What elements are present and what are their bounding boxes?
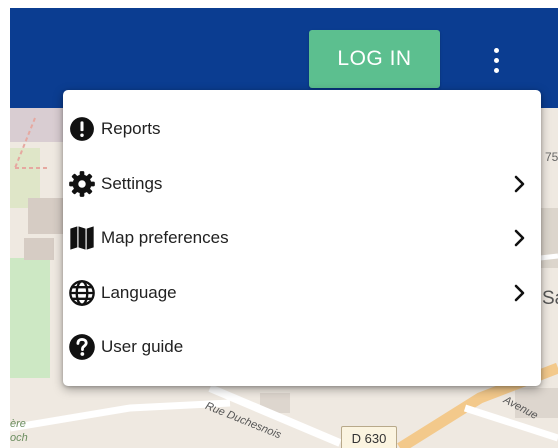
menu-item-reports[interactable]: Reports	[63, 102, 541, 156]
top-strip	[0, 0, 558, 8]
chevron-right-icon	[513, 283, 527, 303]
map-place-label: och	[10, 432, 28, 444]
map-place-label: Sa	[542, 288, 558, 309]
alert-circle-icon	[67, 114, 97, 144]
menu-item-user-guide[interactable]: User guide	[63, 320, 541, 374]
menu-item-language[interactable]: Language	[63, 266, 541, 320]
menu-item-label: Map preferences	[101, 228, 229, 247]
menu-item-label: Reports	[101, 119, 161, 138]
map-icon	[67, 223, 97, 253]
help-circle-icon	[67, 332, 97, 362]
login-button[interactable]: LOG IN	[309, 30, 440, 88]
chevron-right-icon	[513, 228, 527, 248]
menu-item-settings[interactable]: Settings	[63, 157, 541, 211]
menu-item-label: User guide	[101, 337, 184, 356]
overflow-menu: Reports Settings Map preferences Languag…	[63, 90, 541, 386]
map-place-label: ère	[10, 418, 26, 430]
menu-item-label: Language	[101, 283, 177, 302]
map-place-label: 75	[545, 150, 558, 164]
globe-icon	[67, 278, 97, 308]
chevron-right-icon	[513, 174, 527, 194]
more-vert-icon[interactable]	[484, 38, 508, 82]
menu-item-label: Settings	[101, 174, 163, 193]
road-number-label: D 630	[341, 426, 397, 448]
gear-icon	[67, 169, 97, 199]
menu-item-map-preferences[interactable]: Map preferences	[63, 211, 541, 265]
